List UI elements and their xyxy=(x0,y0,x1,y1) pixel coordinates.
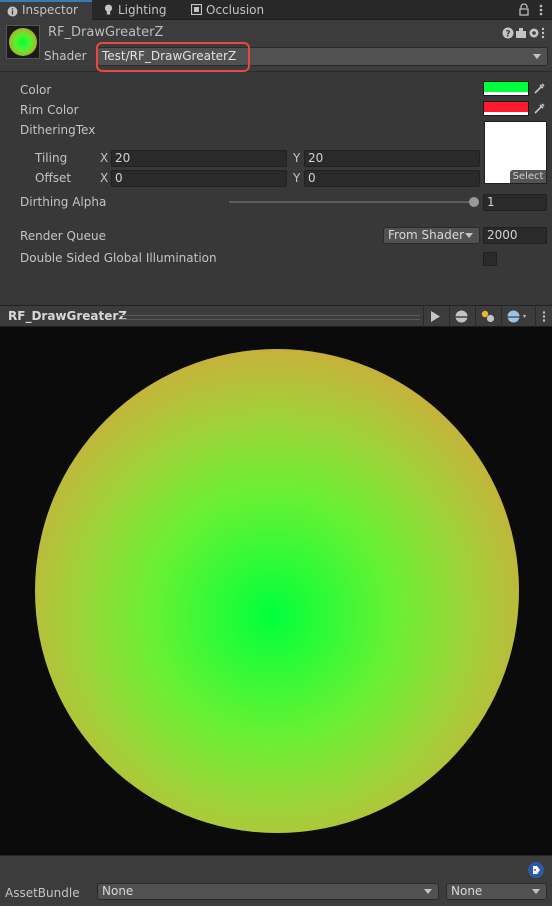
tiling-label: Tiling xyxy=(35,151,68,165)
dithering-texture-slot[interactable]: Select xyxy=(484,121,547,184)
chevron-down-icon xyxy=(533,54,541,59)
dithering-alpha-label: Dirthing Alpha xyxy=(20,195,107,209)
preview-title: RF_DrawGreaterZ xyxy=(8,309,127,323)
rim-color-label: Rim Color xyxy=(20,103,79,117)
tab-occlusion[interactable]: Occlusion xyxy=(184,0,274,20)
tab-bar: Inspector Lighting Occlusion xyxy=(0,0,552,21)
render-queue-mode-dropdown[interactable]: From Shader xyxy=(383,227,480,244)
preset-icon[interactable] xyxy=(516,28,526,38)
material-properties: Color Rim Color DitheringTex Select Tili… xyxy=(0,73,552,305)
offset-label: Offset xyxy=(35,171,72,185)
background-icon xyxy=(507,310,526,323)
offset-y-label: Y xyxy=(293,171,301,185)
material-preview-canvas[interactable] xyxy=(0,327,552,855)
light-icon xyxy=(481,310,495,323)
double-sided-gi-checkbox[interactable] xyxy=(483,252,497,266)
preview-drag-handle[interactable] xyxy=(118,315,420,320)
sphere-icon xyxy=(455,310,468,323)
shader-highlight-box xyxy=(96,42,250,72)
tab-occlusion-label: Occlusion xyxy=(206,3,265,17)
render-queue-field[interactable]: 2000 xyxy=(483,227,547,244)
chevron-down-icon xyxy=(465,233,473,238)
offset-x-field[interactable]: 0 xyxy=(111,170,287,187)
tiling-y-label: Y xyxy=(293,151,301,165)
material-thumbnail xyxy=(6,25,40,59)
chevron-down-icon xyxy=(532,889,540,894)
asset-bundle-panel: AssetBundle None None xyxy=(0,855,552,906)
material-preview-ball xyxy=(9,28,37,56)
asset-bundle-label: AssetBundle xyxy=(5,886,80,900)
kebab-menu-icon[interactable] xyxy=(538,3,544,17)
material-name: RF_DrawGreaterZ xyxy=(48,25,164,40)
tab-inspector-label: Inspector xyxy=(22,3,78,17)
lock-icon[interactable] xyxy=(518,3,530,16)
info-icon xyxy=(7,6,18,17)
more-icon xyxy=(542,311,546,322)
color-label: Color xyxy=(20,83,52,97)
bulb-icon xyxy=(104,4,113,15)
help-icon[interactable]: ? xyxy=(502,27,514,40)
gear-icon[interactable] xyxy=(529,28,539,38)
material-header: RF_DrawGreaterZ ? Shader Test/RF_DrawGre… xyxy=(0,20,552,72)
asset-bundle-dropdown[interactable]: None xyxy=(97,883,439,900)
asset-bundle-variant-value: None xyxy=(451,884,483,898)
dithering-tex-label: DitheringTex xyxy=(20,123,96,137)
rim-color-swatch[interactable] xyxy=(483,101,529,116)
preview-play-button[interactable] xyxy=(423,306,445,327)
tiling-x-field[interactable]: 20 xyxy=(111,150,287,167)
preview-sphere xyxy=(35,349,519,833)
chevron-down-icon xyxy=(424,889,432,894)
kebab-menu-icon[interactable] xyxy=(541,27,545,39)
preview-more-button[interactable] xyxy=(535,306,552,327)
asset-bundle-value: None xyxy=(102,884,134,898)
preview-background-button[interactable] xyxy=(501,306,531,327)
dithering-alpha-field[interactable]: 1 xyxy=(483,194,547,211)
preview-header: RF_DrawGreaterZ xyxy=(0,305,552,327)
texture-select-button[interactable]: Select xyxy=(510,170,546,183)
tab-inspector[interactable]: Inspector xyxy=(0,0,92,21)
tab-lighting-label: Lighting xyxy=(118,3,167,17)
svg-text:?: ? xyxy=(505,30,510,40)
preview-mesh-button[interactable] xyxy=(449,306,471,327)
offset-y-field[interactable]: 0 xyxy=(304,170,480,187)
offset-x-label: X xyxy=(100,171,109,185)
header-icons: ? xyxy=(502,27,545,40)
tag-icon[interactable] xyxy=(528,862,544,878)
tiling-x-label: X xyxy=(100,151,109,165)
render-queue-label: Render Queue xyxy=(20,229,106,243)
preview-light-button[interactable] xyxy=(475,306,497,327)
eyedropper-icon[interactable] xyxy=(532,101,547,116)
double-sided-gi-label: Double Sided Global Illumination xyxy=(20,251,217,265)
color-swatch[interactable] xyxy=(483,81,529,96)
shader-label: Shader xyxy=(44,49,87,63)
tiling-y-field[interactable]: 20 xyxy=(304,150,480,167)
dithering-alpha-slider-track[interactable] xyxy=(229,201,474,203)
occlusion-icon xyxy=(191,4,202,15)
eyedropper-icon[interactable] xyxy=(532,81,547,96)
asset-bundle-variant-dropdown[interactable]: None xyxy=(446,883,547,900)
play-icon xyxy=(431,311,440,322)
render-queue-mode-value: From Shader xyxy=(388,228,465,242)
dithering-alpha-slider-thumb[interactable] xyxy=(469,197,479,207)
tab-lighting[interactable]: Lighting xyxy=(96,0,182,20)
